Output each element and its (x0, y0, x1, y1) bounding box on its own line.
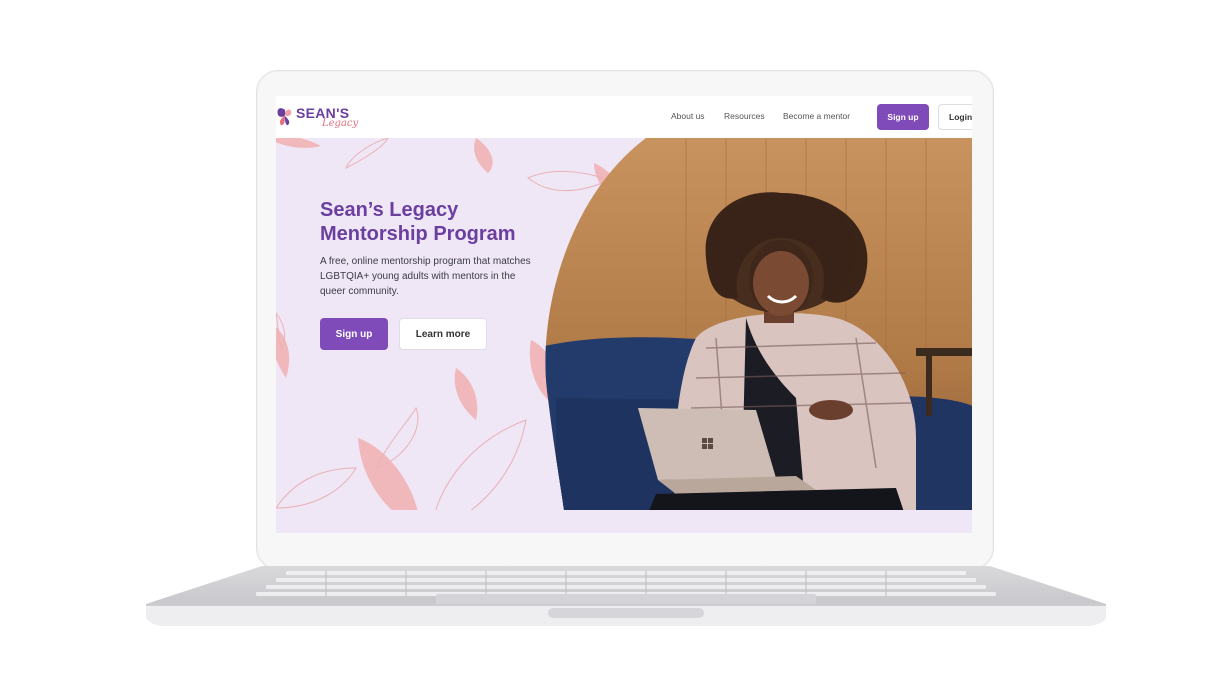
laptop-base (146, 566, 1106, 626)
hero-section: Sean’s Legacy Mentorship Program A free,… (276, 138, 972, 533)
butterfly-logo-icon (277, 108, 292, 126)
hero-subtitle-line-2: LGBTQIA+ young adults with mentors in th… (320, 271, 516, 282)
logo-script: Legacy (322, 118, 359, 129)
nav-signup-button[interactable]: Sign up (877, 104, 929, 130)
nav-link-resources[interactable]: Resources (724, 111, 765, 121)
hero-signup-button[interactable]: Sign up (320, 318, 388, 350)
nav-link-become-mentor[interactable]: Become a mentor (783, 111, 850, 121)
trackpad (436, 594, 816, 604)
nav-link-about-us[interactable]: About us (671, 111, 705, 121)
hero-subtitle-line-1: A free, online mentorship program that m… (320, 256, 531, 267)
nav-login-button[interactable]: Login (938, 104, 972, 130)
hero-learn-more-button[interactable]: Learn more (399, 318, 487, 350)
hero-title-line-2: Mentorship Program (320, 223, 516, 245)
woman-with-laptop-photo (545, 138, 972, 510)
hero-title: Sean’s Legacy Mentorship Program (320, 198, 580, 246)
hero-subtitle: A free, online mentorship program that m… (320, 254, 580, 299)
top-navigation: SEAN'S Legacy About us Resources Become … (276, 96, 972, 138)
lid-notch (548, 608, 704, 618)
laptop-screen: SEAN'S Legacy About us Resources Become … (276, 96, 972, 533)
hero-subtitle-line-3: queer community. (320, 286, 399, 297)
hero-title-line-1: Sean’s Legacy (320, 199, 459, 221)
logo[interactable]: SEAN'S Legacy (276, 102, 366, 132)
